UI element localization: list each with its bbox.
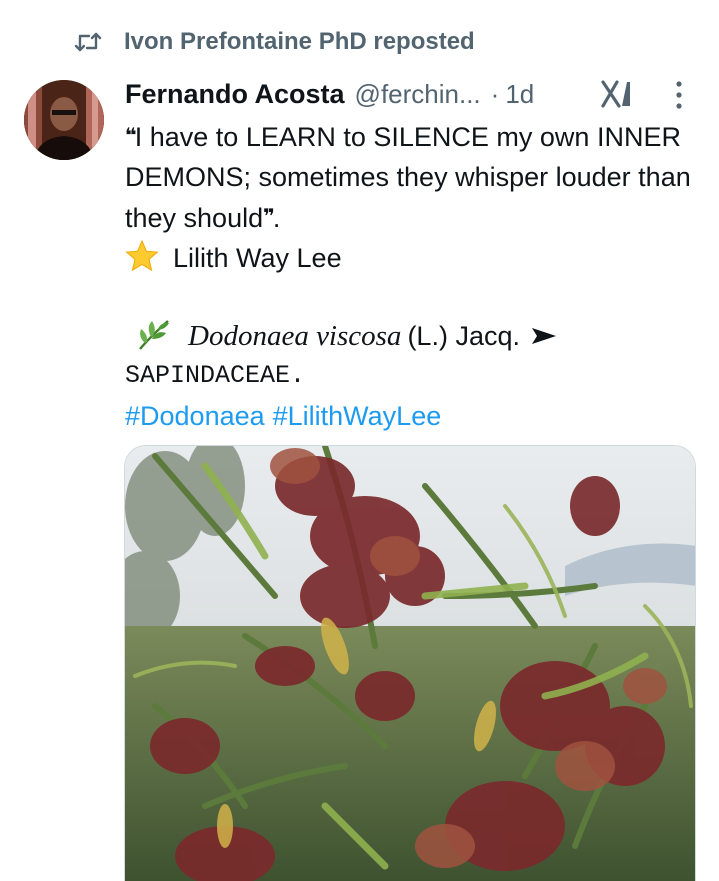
arrow-icon xyxy=(531,328,556,344)
species-line: Dodonaea viscosa (L.) Jacq. xyxy=(136,316,558,356)
grok-icon[interactable] xyxy=(599,78,633,110)
post-time[interactable]: 1d xyxy=(505,79,534,110)
post-image[interactable] xyxy=(124,445,696,881)
post-text: ❝I have to LEARN to SILENCE my own INNER… xyxy=(125,116,695,278)
quote-end: . xyxy=(272,203,281,233)
separator: · xyxy=(490,78,500,109)
star-icon xyxy=(125,239,159,272)
herb-icon xyxy=(139,320,169,350)
species-name: Dodonaea viscosa xyxy=(188,320,402,352)
family-name: SAPINDACEAE. xyxy=(125,361,306,390)
species-authority: (L.) Jacq. xyxy=(407,321,520,351)
quote-text: I have to LEARN to SILENCE my own INNER … xyxy=(125,122,691,233)
attribution: Lilith Way Lee xyxy=(173,243,342,273)
repost-label[interactable]: Ivon Prefontaine PhD reposted xyxy=(124,28,475,56)
hashtags: #Dodonaea #LilithWayLee xyxy=(125,396,449,436)
hashtag-dodonaea[interactable]: #Dodonaea xyxy=(125,401,265,431)
author-name[interactable]: Fernando Acosta xyxy=(125,79,345,110)
author-handle[interactable]: @ferchin... xyxy=(355,79,481,110)
hashtag-lilithwaylee[interactable]: #LilithWayLee xyxy=(273,401,442,431)
plant-photo xyxy=(125,446,695,881)
user-avatar-icon xyxy=(24,80,104,160)
repost-icon xyxy=(74,32,102,52)
more-vertical-icon[interactable] xyxy=(671,80,687,110)
avatar[interactable] xyxy=(24,80,104,160)
repost-header[interactable]: Ivon Prefontaine PhD reposted xyxy=(74,26,475,58)
post-header: Fernando Acosta @ferchin... · 1d xyxy=(125,74,705,114)
close-quote-mark: ❞ xyxy=(263,206,275,228)
open-quote-mark: ❝ xyxy=(125,125,137,147)
